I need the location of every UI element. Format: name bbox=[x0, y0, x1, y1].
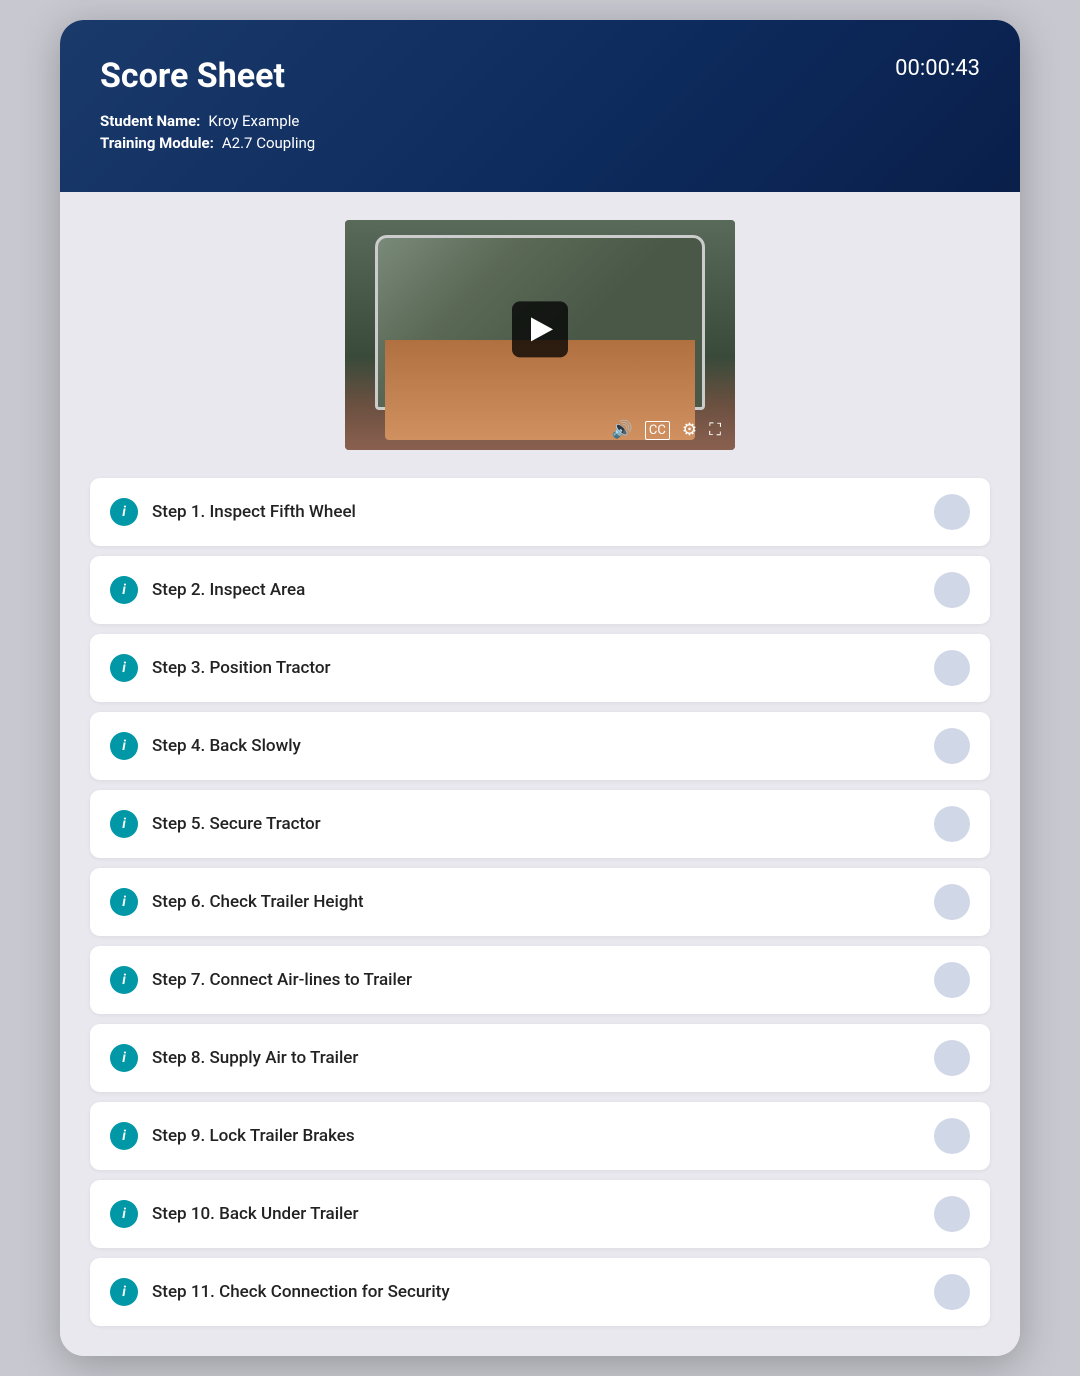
step-left-6: i Step 6. Check Trailer Height bbox=[110, 888, 364, 916]
step-info-icon-8[interactable]: i bbox=[110, 1044, 138, 1072]
step-radio-5[interactable] bbox=[934, 806, 970, 842]
video-container: 🔊 CC ⚙ ⛶ bbox=[90, 220, 990, 450]
step-label-8: Step 8. Supply Air to Trailer bbox=[152, 1048, 358, 1068]
step-item-10: i Step 10. Back Under Trailer bbox=[90, 1180, 990, 1248]
step-left-5: i Step 5. Secure Tractor bbox=[110, 810, 321, 838]
header-info: Student Name: Kroy Example Training Modu… bbox=[100, 112, 980, 152]
step-radio-7[interactable] bbox=[934, 962, 970, 998]
step-left-11: i Step 11. Check Connection for Security bbox=[110, 1278, 450, 1306]
step-left-8: i Step 8. Supply Air to Trailer bbox=[110, 1044, 358, 1072]
step-item-3: i Step 3. Position Tractor bbox=[90, 634, 990, 702]
step-label-7: Step 7. Connect Air-lines to Trailer bbox=[152, 970, 412, 990]
step-info-icon-4[interactable]: i bbox=[110, 732, 138, 760]
cc-icon[interactable]: CC bbox=[645, 421, 670, 440]
steps-list: i Step 1. Inspect Fifth Wheel i Step 2. … bbox=[90, 478, 990, 1326]
step-info-icon-6[interactable]: i bbox=[110, 888, 138, 916]
step-item-4: i Step 4. Back Slowly bbox=[90, 712, 990, 780]
step-left-7: i Step 7. Connect Air-lines to Trailer bbox=[110, 966, 412, 994]
step-radio-6[interactable] bbox=[934, 884, 970, 920]
step-info-icon-10[interactable]: i bbox=[110, 1200, 138, 1228]
student-name-value: Kroy Example bbox=[208, 112, 299, 130]
student-name-label: Student Name: bbox=[100, 112, 200, 130]
step-radio-4[interactable] bbox=[934, 728, 970, 764]
step-radio-3[interactable] bbox=[934, 650, 970, 686]
step-radio-10[interactable] bbox=[934, 1196, 970, 1232]
step-item-11: i Step 11. Check Connection for Security bbox=[90, 1258, 990, 1326]
step-item-7: i Step 7. Connect Air-lines to Trailer bbox=[90, 946, 990, 1014]
step-item-9: i Step 9. Lock Trailer Brakes bbox=[90, 1102, 990, 1170]
timer-display: 00:00:43 bbox=[895, 56, 980, 81]
step-label-10: Step 10. Back Under Trailer bbox=[152, 1204, 359, 1224]
play-button[interactable] bbox=[512, 301, 568, 357]
step-info-icon-1[interactable]: i bbox=[110, 498, 138, 526]
step-radio-2[interactable] bbox=[934, 572, 970, 608]
header: Score Sheet 00:00:43 Student Name: Kroy … bbox=[60, 20, 1020, 192]
student-name-row: Student Name: Kroy Example bbox=[100, 112, 980, 130]
step-label-11: Step 11. Check Connection for Security bbox=[152, 1282, 450, 1302]
step-label-6: Step 6. Check Trailer Height bbox=[152, 892, 364, 912]
step-left-4: i Step 4. Back Slowly bbox=[110, 732, 301, 760]
step-label-3: Step 3. Position Tractor bbox=[152, 658, 331, 678]
step-item-2: i Step 2. Inspect Area bbox=[90, 556, 990, 624]
step-label-2: Step 2. Inspect Area bbox=[152, 580, 305, 600]
step-label-5: Step 5. Secure Tractor bbox=[152, 814, 321, 834]
step-label-1: Step 1. Inspect Fifth Wheel bbox=[152, 502, 356, 522]
training-module-value: A2.7 Coupling bbox=[222, 134, 315, 152]
step-radio-1[interactable] bbox=[934, 494, 970, 530]
step-radio-8[interactable] bbox=[934, 1040, 970, 1076]
step-info-icon-7[interactable]: i bbox=[110, 966, 138, 994]
step-info-icon-5[interactable]: i bbox=[110, 810, 138, 838]
step-info-icon-2[interactable]: i bbox=[110, 576, 138, 604]
step-radio-9[interactable] bbox=[934, 1118, 970, 1154]
step-info-icon-3[interactable]: i bbox=[110, 654, 138, 682]
main-content: 🔊 CC ⚙ ⛶ i Step 1. Inspect Fifth Wheel i… bbox=[60, 192, 1020, 1356]
video-player[interactable]: 🔊 CC ⚙ ⛶ bbox=[345, 220, 735, 450]
step-left-10: i Step 10. Back Under Trailer bbox=[110, 1200, 359, 1228]
step-item-1: i Step 1. Inspect Fifth Wheel bbox=[90, 478, 990, 546]
fullscreen-icon[interactable]: ⛶ bbox=[709, 420, 721, 440]
step-left-3: i Step 3. Position Tractor bbox=[110, 654, 331, 682]
step-info-icon-9[interactable]: i bbox=[110, 1122, 138, 1150]
step-item-8: i Step 8. Supply Air to Trailer bbox=[90, 1024, 990, 1092]
training-module-row: Training Module: A2.7 Coupling bbox=[100, 134, 980, 152]
volume-icon[interactable]: 🔊 bbox=[612, 420, 633, 440]
step-radio-11[interactable] bbox=[934, 1274, 970, 1310]
page-title: Score Sheet bbox=[100, 56, 980, 96]
step-left-1: i Step 1. Inspect Fifth Wheel bbox=[110, 498, 356, 526]
step-item-6: i Step 6. Check Trailer Height bbox=[90, 868, 990, 936]
step-item-5: i Step 5. Secure Tractor bbox=[90, 790, 990, 858]
step-label-4: Step 4. Back Slowly bbox=[152, 736, 301, 756]
step-left-9: i Step 9. Lock Trailer Brakes bbox=[110, 1122, 355, 1150]
training-module-label: Training Module: bbox=[100, 134, 214, 152]
video-controls: 🔊 CC ⚙ ⛶ bbox=[612, 420, 721, 440]
app-container: Score Sheet 00:00:43 Student Name: Kroy … bbox=[60, 20, 1020, 1356]
step-left-2: i Step 2. Inspect Area bbox=[110, 576, 305, 604]
step-label-9: Step 9. Lock Trailer Brakes bbox=[152, 1126, 355, 1146]
step-info-icon-11[interactable]: i bbox=[110, 1278, 138, 1306]
settings-icon[interactable]: ⚙ bbox=[682, 420, 697, 440]
